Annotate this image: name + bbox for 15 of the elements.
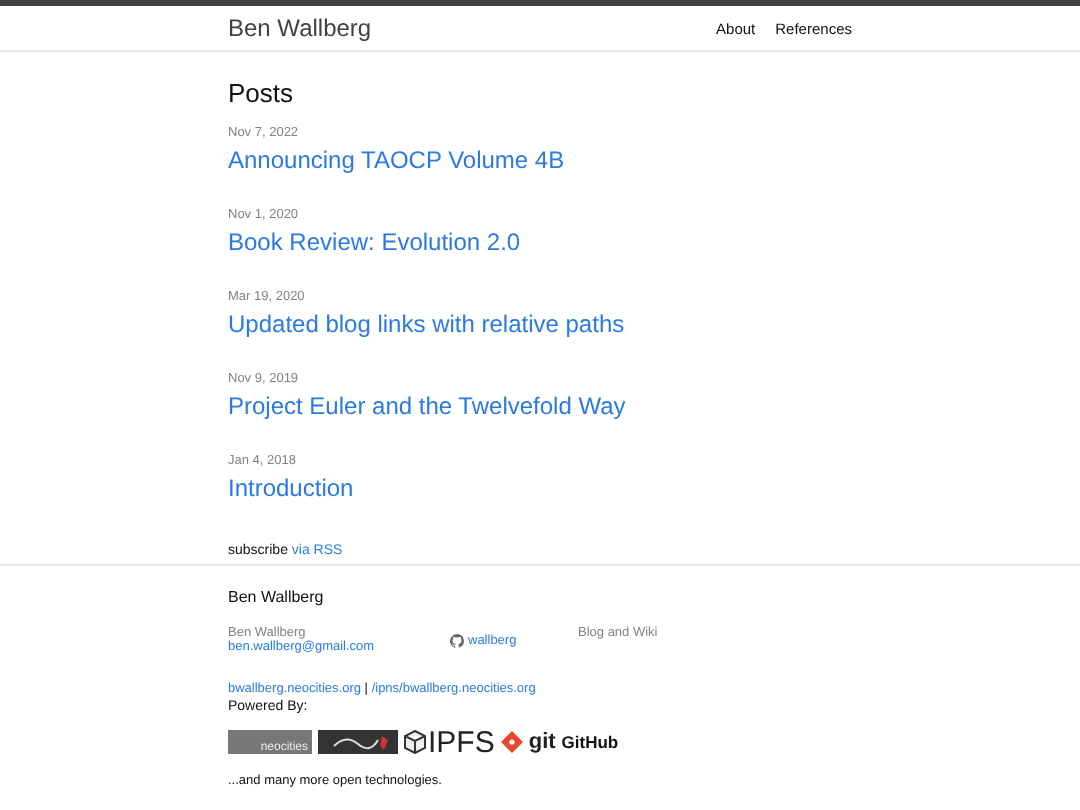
post-link[interactable]: Introduction <box>228 474 354 502</box>
git-icon <box>500 730 525 754</box>
post-link[interactable]: Updated blog links with relative paths <box>228 310 625 338</box>
cube-icon <box>404 730 426 754</box>
github-icon <box>450 633 464 647</box>
post-link[interactable]: Project Euler and the Twelvefold Way <box>228 392 626 420</box>
ipfs-logo[interactable]: IPFS <box>428 725 495 759</box>
post-link[interactable]: Book Review: Evolution 2.0 <box>228 228 521 256</box>
jekyll-badge[interactable] <box>318 730 398 754</box>
page-heading: Posts <box>228 78 296 108</box>
footer-title: Ben Wallberg <box>228 588 326 606</box>
site-title[interactable]: Ben Wallberg <box>228 14 372 42</box>
git-logo[interactable]: git <box>528 730 556 754</box>
github-logo[interactable]: GitHub <box>561 732 619 752</box>
post-link[interactable]: Announcing TAOCP Volume 4B <box>228 146 565 174</box>
